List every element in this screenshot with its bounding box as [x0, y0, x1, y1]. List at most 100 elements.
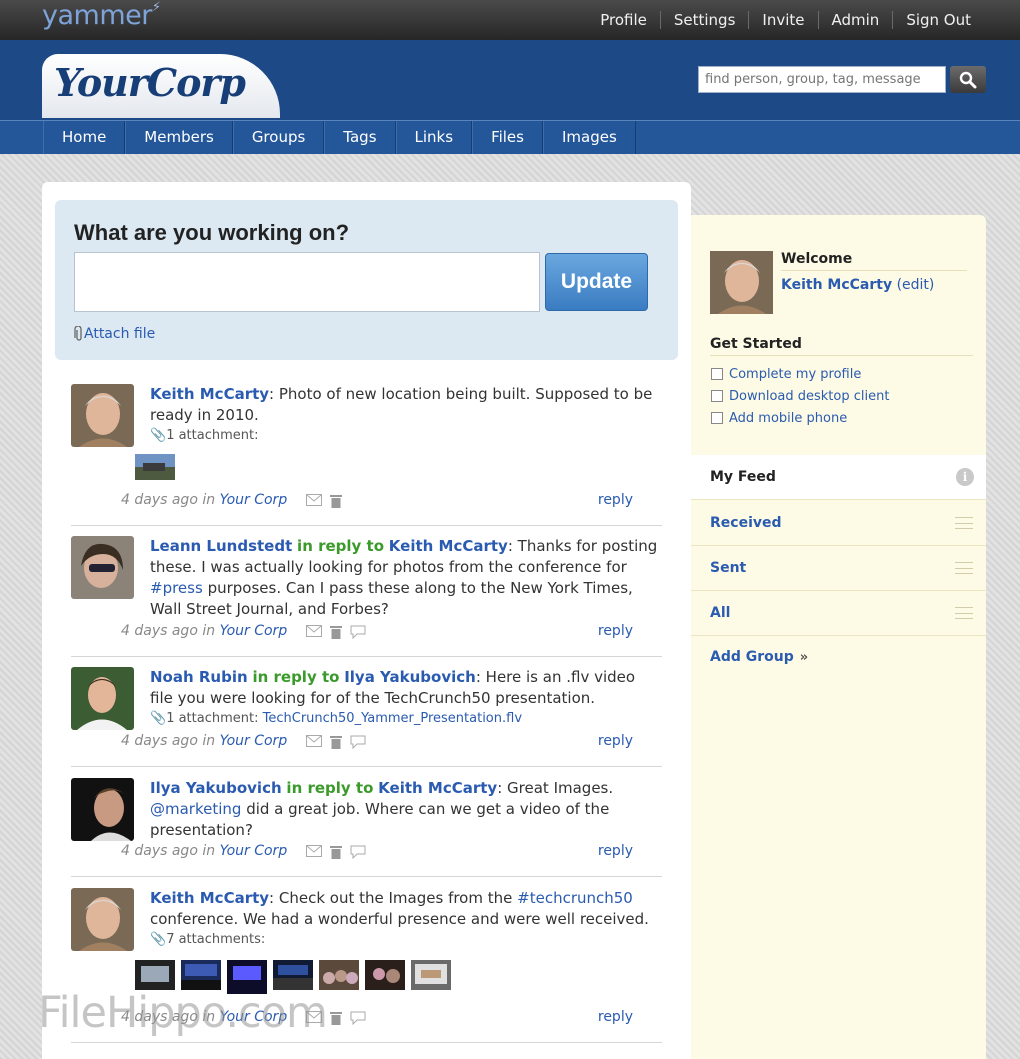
avatar[interactable] [71, 384, 134, 447]
invite-link[interactable]: Invite [748, 11, 817, 29]
attachment-thumbnail[interactable] [135, 454, 175, 480]
trash-icon[interactable] [329, 735, 342, 749]
edit-profile-link[interactable]: (edit) [897, 277, 935, 293]
reply-to-link[interactable]: Ilya Yakubovich [344, 668, 476, 686]
reply-link[interactable]: reply [598, 623, 633, 639]
attachment-thumbnail[interactable] [365, 960, 405, 990]
avatar[interactable] [71, 536, 134, 599]
author-link[interactable]: Keith McCarty [150, 385, 269, 403]
message-meta: 4 days ago in Your Corp reply [121, 492, 633, 508]
drag-handle-icon[interactable] [955, 517, 973, 529]
reply-link[interactable]: reply [598, 1009, 633, 1025]
email-icon[interactable] [305, 845, 322, 857]
status-input[interactable] [74, 252, 540, 312]
profile-link[interactable]: Profile [587, 11, 660, 29]
email-icon[interactable] [305, 625, 322, 637]
checkbox[interactable] [711, 390, 723, 402]
message-body: Ilya Yakubovich in reply to Keith McCart… [150, 779, 614, 839]
user-name-link[interactable]: Keith McCarty [781, 277, 892, 293]
admin-link[interactable]: Admin [817, 11, 893, 29]
feed-received[interactable]: Received [691, 501, 986, 546]
task-download-client[interactable]: Download desktop client [711, 385, 889, 407]
nav-home[interactable]: Home [43, 121, 126, 154]
compose-box: What are you working on? Update Attach f… [55, 200, 678, 360]
nav-tags[interactable]: Tags [324, 121, 396, 154]
author-link[interactable]: Noah Rubin [150, 668, 248, 686]
group-link[interactable]: Your Corp [220, 843, 288, 859]
trash-icon[interactable] [329, 845, 342, 859]
task-complete-profile[interactable]: Complete my profile [711, 363, 889, 385]
info-icon[interactable]: i [956, 468, 974, 486]
settings-link[interactable]: Settings [659, 11, 749, 29]
nav-images[interactable]: Images [542, 121, 636, 154]
avatar[interactable] [71, 778, 134, 841]
group-link[interactable]: Your Corp [220, 492, 288, 508]
email-icon[interactable] [305, 494, 322, 506]
feed-sent[interactable]: Sent [691, 546, 986, 591]
divider [71, 656, 662, 657]
thread-icon[interactable] [350, 735, 366, 749]
attachment-thumbnail[interactable] [181, 960, 221, 990]
avatar[interactable] [71, 888, 134, 951]
author-link[interactable]: Leann Lundstedt [150, 537, 292, 555]
attachment-thumbnail[interactable] [135, 960, 175, 990]
divider [71, 766, 662, 767]
reply-link[interactable]: reply [598, 843, 633, 859]
attachment-thumbnail[interactable] [411, 960, 451, 990]
feed-all[interactable]: All [691, 591, 986, 636]
search-input[interactable] [698, 66, 946, 93]
nav-links[interactable]: Links [395, 121, 473, 154]
reply-to-link[interactable]: Keith McCarty [389, 537, 508, 555]
message-body: Keith McCarty: Photo of new location bei… [150, 384, 660, 446]
avatar[interactable] [71, 667, 134, 730]
reply-to-link[interactable]: Keith McCarty [378, 779, 497, 797]
corp-name: YourCorp [54, 60, 246, 105]
nav-files[interactable]: Files [472, 121, 543, 154]
reply-link[interactable]: reply [598, 733, 633, 749]
trash-icon[interactable] [329, 494, 342, 508]
group-link[interactable]: Your Corp [220, 623, 288, 639]
thread-icon[interactable] [350, 845, 366, 859]
reply-link[interactable]: reply [598, 492, 633, 508]
mention-link[interactable]: @marketing [150, 800, 241, 818]
nav-groups[interactable]: Groups [232, 121, 325, 154]
search-button[interactable] [950, 66, 986, 93]
add-group-link[interactable]: Add Group» [710, 649, 808, 665]
user-avatar[interactable] [710, 251, 773, 314]
email-icon[interactable] [305, 735, 322, 747]
corp-logo-tab[interactable]: YourCorp [42, 54, 280, 118]
hashtag-link[interactable]: #press [150, 579, 203, 597]
hashtag-link[interactable]: #techcrunch50 [517, 889, 633, 907]
paperclip-icon [74, 326, 82, 341]
feed-my-feed[interactable]: My Feed i [691, 455, 986, 500]
drag-handle-icon[interactable] [955, 562, 973, 574]
sign-out-link[interactable]: Sign Out [892, 11, 984, 29]
thread-icon[interactable] [350, 1011, 366, 1025]
yammer-logo[interactable]: yammer⚡ [42, 0, 161, 31]
welcome-user: Keith McCarty (edit) [781, 277, 934, 293]
nav-members[interactable]: Members [125, 121, 233, 154]
attachment-thumbnail[interactable] [319, 960, 359, 990]
checkbox[interactable] [711, 412, 723, 424]
file-link[interactable]: TechCrunch50_Yammer_Presentation.flv [263, 711, 522, 726]
update-button[interactable]: Update [545, 253, 648, 311]
attach-file-link[interactable]: Attach file [74, 326, 155, 342]
attachment-thumbnail[interactable] [273, 960, 313, 990]
trash-icon[interactable] [329, 625, 342, 639]
message-body: Keith McCarty: Check out the Images from… [150, 888, 660, 950]
author-link[interactable]: Keith McCarty [150, 889, 269, 907]
task-add-mobile[interactable]: Add mobile phone [711, 407, 889, 429]
compose-title: What are you working on? [74, 220, 350, 245]
checkbox[interactable] [711, 368, 723, 380]
double-chevron-icon: » [799, 650, 809, 665]
group-link[interactable]: Your Corp [220, 733, 288, 749]
message-meta: 4 days ago in Your Corp reply [121, 623, 633, 639]
trash-icon[interactable] [329, 1011, 342, 1025]
get-started-list: Complete my profile Download desktop cli… [711, 363, 889, 429]
author-link[interactable]: Ilya Yakubovich [150, 779, 282, 797]
top-bar: yammer⚡ Profile Settings Invite Admin Si… [0, 0, 1020, 40]
thread-icon[interactable] [350, 625, 366, 639]
drag-handle-icon[interactable] [955, 607, 973, 619]
divider [71, 1042, 662, 1043]
paperclip-icon: 📎 [150, 932, 167, 947]
